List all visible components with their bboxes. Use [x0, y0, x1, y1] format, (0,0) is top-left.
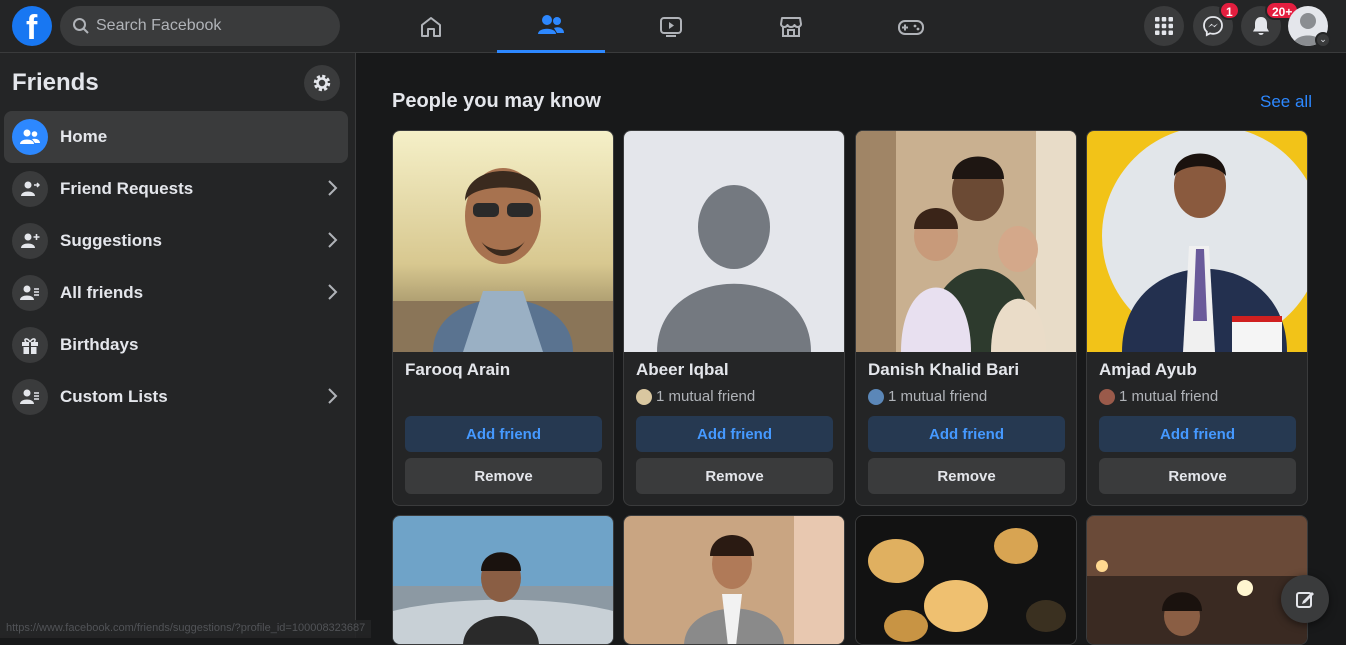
messenger-button[interactable]: 1 [1193, 1, 1240, 46]
section-title: People you may know [392, 90, 601, 112]
friends-icon [12, 119, 48, 155]
person-name[interactable]: Farooq Arain [405, 360, 510, 380]
custom-list-icon [12, 379, 48, 415]
friends-sidebar: Friends Home Friend Requests Suggestions… [0, 53, 356, 638]
profile-photo[interactable] [1087, 516, 1307, 645]
remove-button[interactable]: Remove [1099, 458, 1296, 494]
search-box[interactable] [60, 6, 340, 46]
tab-marketplace[interactable] [737, 0, 845, 53]
account-chevron-down-icon[interactable]: ⌄ [1315, 32, 1331, 48]
sidebar-item-friend-requests[interactable]: Friend Requests [4, 163, 348, 215]
sidebar-title: Friends [12, 69, 99, 96]
tab-watch[interactable] [617, 0, 725, 53]
mutual-friend-avatar [868, 388, 884, 405]
friend-request-icon [12, 171, 48, 207]
compose-icon [1296, 592, 1314, 608]
remove-button[interactable]: Remove [636, 458, 833, 494]
see-all-link[interactable]: See all [1260, 92, 1312, 112]
new-message-button[interactable] [1281, 575, 1329, 623]
gaming-icon [898, 19, 924, 35]
top-navigation-bar: f 1 20+ ⌄ [0, 0, 1346, 53]
suggestion-card: Farooq Arain Add friend Remove [392, 130, 614, 506]
search-input[interactable] [96, 6, 326, 46]
remove-button[interactable]: Remove [868, 458, 1065, 494]
sidebar-item-label: All friends [60, 283, 144, 302]
sidebar-item-label: Friend Requests [60, 179, 194, 198]
profile-photo[interactable] [624, 516, 844, 645]
add-friend-button[interactable]: Add friend [868, 416, 1065, 452]
logo-letter: f [26, 9, 38, 47]
mutual-friends: 1 mutual friend [868, 388, 987, 405]
sidebar-item-label: Custom Lists [60, 387, 168, 406]
add-friend-icon [12, 223, 48, 259]
sidebar-item-home[interactable]: Home [4, 111, 348, 163]
photo-flowers[interactable] [856, 516, 1076, 645]
profile-photo[interactable] [393, 516, 613, 645]
grid-menu-icon [1155, 17, 1173, 35]
sidebar-item-label: Suggestions [60, 231, 163, 250]
person-name[interactable]: Abeer Iqbal [636, 360, 729, 380]
add-friend-button[interactable]: Add friend [1099, 416, 1296, 452]
person-name[interactable]: Danish Khalid Bari [868, 360, 1019, 380]
add-friend-button[interactable]: Add friend [405, 416, 602, 452]
default-avatar-icon[interactable] [624, 131, 844, 352]
sidebar-item-label: Birthdays [60, 335, 139, 354]
settings-button[interactable] [304, 65, 340, 101]
chevron-right-icon [328, 284, 338, 300]
remove-button[interactable]: Remove [405, 458, 602, 494]
chevron-right-icon [328, 388, 338, 404]
mutual-friends: 1 mutual friend [636, 388, 755, 405]
chevron-right-icon [328, 180, 338, 196]
profile-photo[interactable] [1087, 131, 1307, 352]
tab-home[interactable] [377, 0, 485, 53]
profile-photo[interactable] [393, 131, 613, 352]
mutual-friends: 1 mutual friend [1099, 388, 1218, 405]
mutual-friend-avatar [1099, 388, 1115, 405]
marketplace-icon [780, 16, 802, 37]
friend-list-icon [12, 275, 48, 311]
home-icon [421, 16, 441, 37]
messenger-badge: 1 [1219, 1, 1240, 20]
suggestion-card[interactable] [1086, 515, 1308, 645]
add-friend-button[interactable]: Add friend [636, 416, 833, 452]
chevron-right-icon [328, 232, 338, 248]
friends-icon [538, 15, 564, 34]
status-bar-url: https://www.facebook.com/friends/suggest… [0, 620, 372, 638]
notifications-button[interactable]: 20+ [1241, 1, 1300, 46]
sidebar-item-suggestions[interactable]: Suggestions [4, 215, 348, 267]
suggestion-card[interactable] [855, 515, 1077, 645]
gear-icon [313, 74, 331, 92]
watch-icon [660, 16, 682, 37]
facebook-logo[interactable]: f [12, 6, 52, 47]
messenger-icon [1203, 16, 1223, 37]
suggestion-card: Danish Khalid Bari 1 mutual friend Add f… [855, 130, 1077, 506]
suggestion-card: Abeer Iqbal 1 mutual friend Add friend R… [623, 130, 845, 506]
mutual-friend-avatar [636, 388, 652, 405]
suggestion-card: Amjad Ayub 1 mutual friend Add friend Re… [1086, 130, 1308, 506]
profile-photo[interactable] [856, 131, 1076, 352]
tab-friends[interactable] [497, 0, 605, 53]
search-icon [73, 18, 89, 34]
gift-icon [12, 327, 48, 363]
suggestion-card[interactable] [623, 515, 845, 645]
sidebar-item-label: Home [60, 127, 108, 146]
menu-button[interactable] [1144, 6, 1184, 46]
person-name[interactable]: Amjad Ayub [1099, 360, 1197, 380]
tab-gaming[interactable] [857, 0, 965, 53]
sidebar-item-birthdays[interactable]: Birthdays [4, 319, 348, 371]
sidebar-item-all-friends[interactable]: All friends [4, 267, 348, 319]
sidebar-item-custom-lists[interactable]: Custom Lists [4, 371, 348, 423]
bell-icon [1253, 17, 1269, 35]
suggestion-card[interactable] [392, 515, 614, 645]
